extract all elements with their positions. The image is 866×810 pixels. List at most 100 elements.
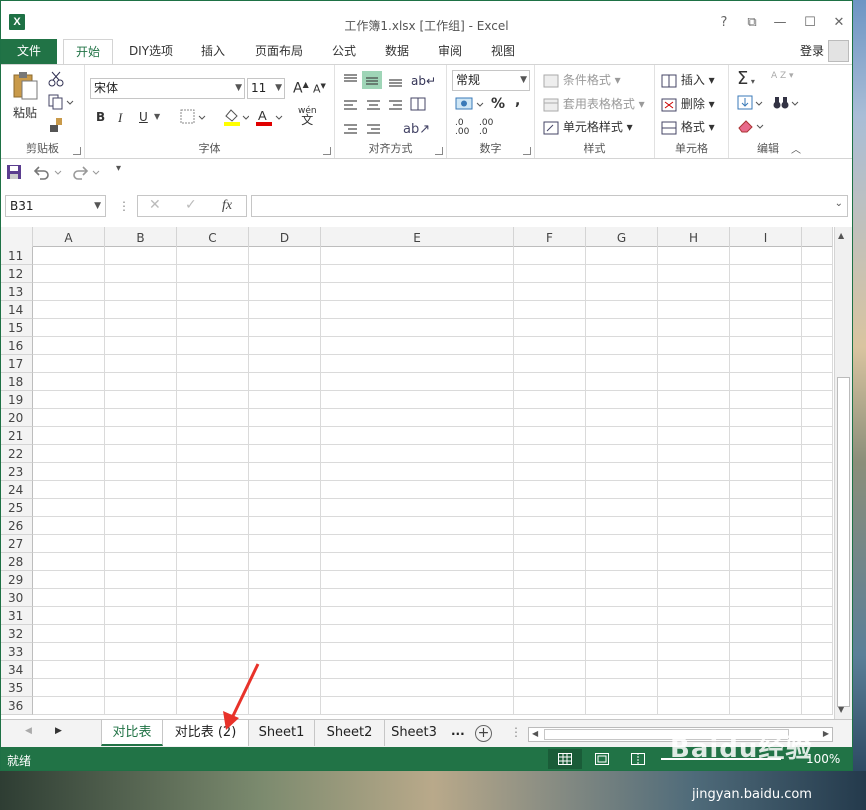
new-sheet-plus-icon[interactable]: +: [475, 725, 492, 742]
sheet-tab-sheet1[interactable]: Sheet1: [249, 720, 315, 746]
column-header[interactable]: G: [586, 227, 658, 247]
clipboard-launcher-icon[interactable]: [73, 147, 81, 155]
row-header[interactable]: 19: [1, 391, 33, 409]
font-color-button[interactable]: A: [255, 108, 283, 129]
cut-button[interactable]: [48, 71, 64, 90]
sheet-tab-duibibiao-2[interactable]: 对比表 (2): [163, 720, 249, 746]
name-box[interactable]: B31 ▼: [5, 195, 106, 217]
underline-button[interactable]: U: [139, 110, 148, 124]
login-link[interactable]: 登录: [800, 39, 824, 64]
normal-view-button[interactable]: [548, 749, 582, 769]
phonetic-guide-button[interactable]: wén 文: [298, 107, 317, 127]
grow-font-button[interactable]: A▲: [293, 80, 309, 97]
tab-review[interactable]: 审阅: [427, 39, 473, 64]
sort-filter-button[interactable]: A Z ▾: [771, 72, 794, 81]
insert-cells-button[interactable]: 插入 ▾: [661, 71, 715, 88]
scroll-sheets-left-icon[interactable]: ◀: [25, 726, 32, 736]
row-header[interactable]: 31: [1, 607, 33, 625]
row-header[interactable]: 29: [1, 571, 33, 589]
tab-home[interactable]: 开始: [63, 39, 113, 65]
tab-file[interactable]: 文件: [1, 39, 57, 64]
format-cells-button[interactable]: 格式 ▾: [661, 118, 715, 135]
avatar[interactable]: [828, 40, 849, 62]
format-as-table-button[interactable]: 套用表格格式 ▾: [543, 95, 645, 112]
formula-input[interactable]: ⌄: [251, 195, 848, 217]
row-header[interactable]: 36: [1, 697, 33, 715]
customize-qat-icon[interactable]: ▾: [116, 163, 121, 174]
minimize-button[interactable]: —: [771, 15, 789, 31]
scroll-sheets-right-icon[interactable]: ▶: [55, 726, 62, 736]
tab-split-icon[interactable]: ⋮: [510, 725, 522, 739]
row-header[interactable]: 35: [1, 679, 33, 697]
clear-button[interactable]: [737, 118, 765, 134]
worksheet-grid[interactable]: A B C D E F G H I 11 12 13 14 15 16 17 18 19 20 21…: [1, 227, 852, 719]
page-break-view-icon[interactable]: [631, 753, 645, 765]
row-header[interactable]: 27: [1, 535, 33, 553]
column-header[interactable]: A: [33, 227, 105, 247]
expand-formula-icon[interactable]: ⌄: [835, 198, 843, 209]
row-header[interactable]: 16: [1, 337, 33, 355]
font-launcher-icon[interactable]: [323, 147, 331, 155]
paste-button[interactable]: 粘贴: [9, 71, 41, 121]
row-header[interactable]: 33: [1, 643, 33, 661]
font-name-select[interactable]: 宋体 ▼: [90, 78, 245, 99]
comma-button[interactable]: ,: [515, 93, 520, 109]
row-header[interactable]: 34: [1, 661, 33, 679]
increase-decimal-button[interactable]: .0.00: [455, 119, 469, 137]
bold-button[interactable]: B: [96, 110, 105, 124]
column-header[interactable]: D: [249, 227, 321, 247]
column-header[interactable]: C: [177, 227, 249, 247]
redo-icon[interactable]: [73, 164, 103, 180]
number-format-select[interactable]: 常规 ▼: [452, 70, 530, 91]
column-header[interactable]: I: [730, 227, 802, 247]
alignment-launcher-icon[interactable]: [435, 147, 443, 155]
more-sheets-button[interactable]: ...: [451, 724, 465, 738]
cell-styles-button[interactable]: 单元格样式 ▾: [543, 118, 633, 135]
shrink-font-button[interactable]: A▼: [313, 82, 326, 96]
fill-button[interactable]: [737, 95, 763, 111]
row-header[interactable]: 28: [1, 553, 33, 571]
check-icon[interactable]: ✓: [185, 197, 197, 213]
delete-cells-button[interactable]: 删除 ▾: [661, 95, 715, 112]
maximize-button[interactable]: ☐: [801, 15, 819, 31]
column-header[interactable]: E: [321, 227, 514, 247]
scroll-left-icon[interactable]: ◀: [532, 729, 538, 738]
tab-formulas[interactable]: 公式: [321, 39, 367, 64]
row-header[interactable]: 30: [1, 589, 33, 607]
select-all-corner[interactable]: [1, 227, 33, 247]
find-select-button[interactable]: [773, 95, 799, 111]
tab-insert[interactable]: 插入: [189, 39, 237, 64]
autosum-button[interactable]: Σ ▾: [737, 68, 755, 89]
conditional-formatting-button[interactable]: 条件格式 ▾: [543, 71, 621, 88]
page-layout-view-icon[interactable]: [595, 753, 609, 765]
undo-icon[interactable]: [33, 164, 63, 180]
cancel-icon[interactable]: ✕: [149, 197, 161, 213]
fill-color-button[interactable]: [223, 108, 250, 129]
row-header[interactable]: 21: [1, 427, 33, 445]
copy-button[interactable]: [48, 94, 74, 113]
row-header[interactable]: 18: [1, 373, 33, 391]
row-header[interactable]: 25: [1, 499, 33, 517]
decrease-decimal-button[interactable]: .00.0: [479, 119, 493, 137]
alignment-buttons-icon[interactable]: ab↵ ab↗: [341, 71, 445, 135]
help-button[interactable]: ?: [715, 15, 733, 31]
close-button[interactable]: ✕: [830, 15, 848, 31]
row-header[interactable]: 32: [1, 625, 33, 643]
collapse-ribbon-icon[interactable]: ︿: [791, 141, 801, 156]
row-header[interactable]: 20: [1, 409, 33, 427]
italic-button[interactable]: I: [118, 110, 122, 126]
save-icon[interactable]: [6, 164, 22, 180]
row-header[interactable]: 11: [1, 247, 33, 265]
row-header[interactable]: 12: [1, 265, 33, 283]
underline-dropdown-icon[interactable]: ▼: [154, 112, 160, 121]
tab-diy[interactable]: DIY选项: [119, 39, 183, 64]
vertical-scrollbar[interactable]: ▲ ▼: [834, 227, 852, 719]
column-header[interactable]: F: [514, 227, 586, 247]
tab-view[interactable]: 视图: [481, 39, 525, 64]
row-header[interactable]: 15: [1, 319, 33, 337]
percent-button[interactable]: %: [491, 96, 505, 112]
scroll-down-icon[interactable]: ▼: [838, 705, 844, 714]
column-header[interactable]: H: [658, 227, 730, 247]
row-header[interactable]: 22: [1, 445, 33, 463]
scroll-right-icon[interactable]: ▶: [823, 729, 829, 738]
